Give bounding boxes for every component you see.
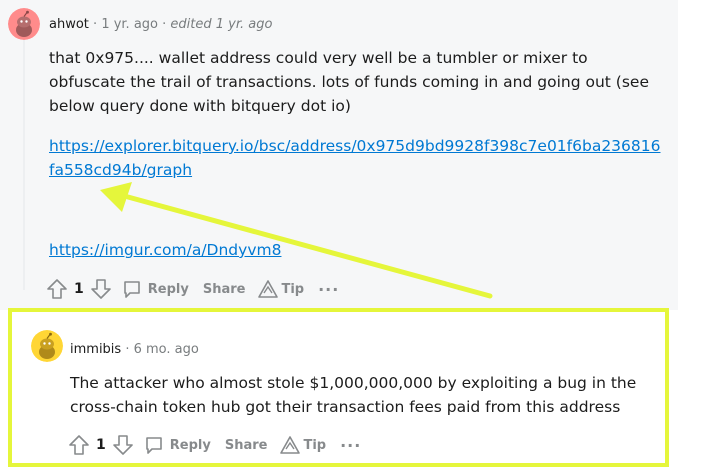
tip-icon [280, 436, 301, 454]
comment-actions: 1 Reply Share Tip ··· [46, 275, 339, 303]
tip-button[interactable]: Tip [279, 435, 326, 455]
snoo-avatar-icon [31, 330, 63, 362]
reply-button[interactable]: Reply [144, 435, 211, 455]
upvote-icon[interactable] [68, 434, 90, 456]
thread-line[interactable] [23, 40, 25, 290]
reply-label: Reply [169, 437, 211, 453]
reply-icon [123, 281, 140, 298]
comment-ahwot: ahwot · 1 yr. ago · edited 1 yr. ago tha… [0, 0, 678, 310]
avatar[interactable] [8, 8, 40, 40]
author-name[interactable]: immibis [70, 342, 121, 357]
avatar[interactable] [31, 330, 63, 362]
edited-label: edited 1 yr. ago [170, 17, 273, 32]
reply-button[interactable]: Reply [122, 279, 189, 299]
vote-count: 1 [96, 437, 106, 453]
bitquery-link[interactable]: https://explorer.bitquery.io/bsc/address… [49, 134, 661, 182]
share-button[interactable]: Share [203, 282, 246, 297]
comment-meta: ahwot · 1 yr. ago · edited 1 yr. ago [49, 17, 272, 32]
comment-meta: immibis · 6 mo. ago [70, 342, 199, 357]
comment-actions: 1 Reply Share Tip ··· [68, 431, 361, 459]
reply-label: Reply [147, 281, 189, 297]
more-icon[interactable]: ··· [318, 280, 339, 299]
upvote-icon[interactable] [46, 278, 68, 300]
snoo-avatar-icon [8, 8, 40, 40]
tip-icon [258, 280, 279, 298]
more-icon[interactable]: ··· [340, 436, 361, 455]
tip-label: Tip [281, 281, 305, 297]
reply-icon [145, 437, 162, 454]
comment-age[interactable]: 6 mo. ago [134, 342, 199, 357]
imgur-link[interactable]: https://imgur.com/a/Dndyvm8 [49, 238, 281, 262]
author-name[interactable]: ahwot [49, 17, 89, 32]
meta-separator: · [125, 342, 130, 357]
tip-label: Tip [303, 437, 327, 453]
comment-body: The attacker who almost stole $1,000,000… [70, 374, 637, 416]
downvote-icon[interactable] [90, 278, 112, 300]
tip-button[interactable]: Tip [257, 279, 304, 299]
comment-age[interactable]: 1 yr. ago [101, 17, 158, 32]
downvote-icon[interactable] [112, 434, 134, 456]
meta-separator: · [162, 17, 167, 32]
share-button[interactable]: Share [225, 438, 268, 453]
meta-separator: · [93, 17, 98, 32]
vote-count: 1 [74, 281, 84, 297]
comment-body: that 0x975.... wallet address could very… [49, 49, 649, 115]
